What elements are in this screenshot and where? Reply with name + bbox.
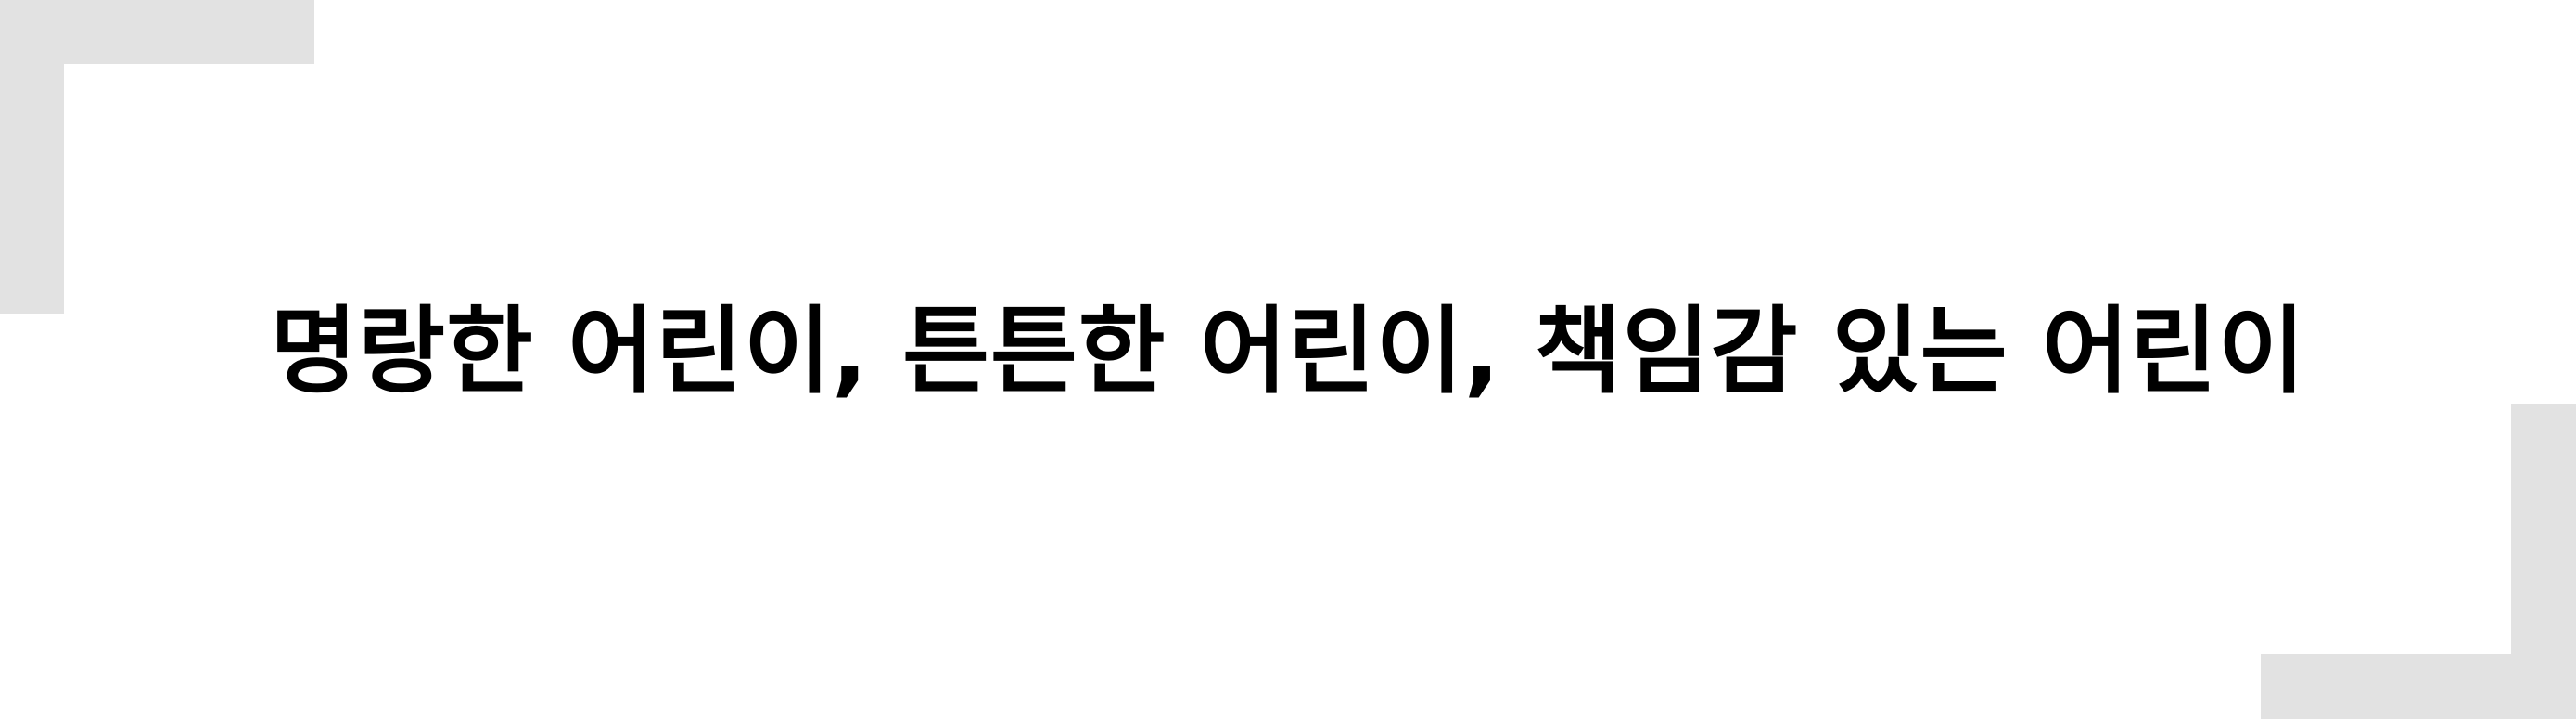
slogan-text: 명랑한 어린이, 튼튼한 어린이, 책임감 있는 어린이 — [270, 296, 2306, 407]
corner-bracket-top-left-vertical — [0, 0, 64, 314]
corner-bracket-bottom-right-vertical — [2511, 404, 2576, 719]
